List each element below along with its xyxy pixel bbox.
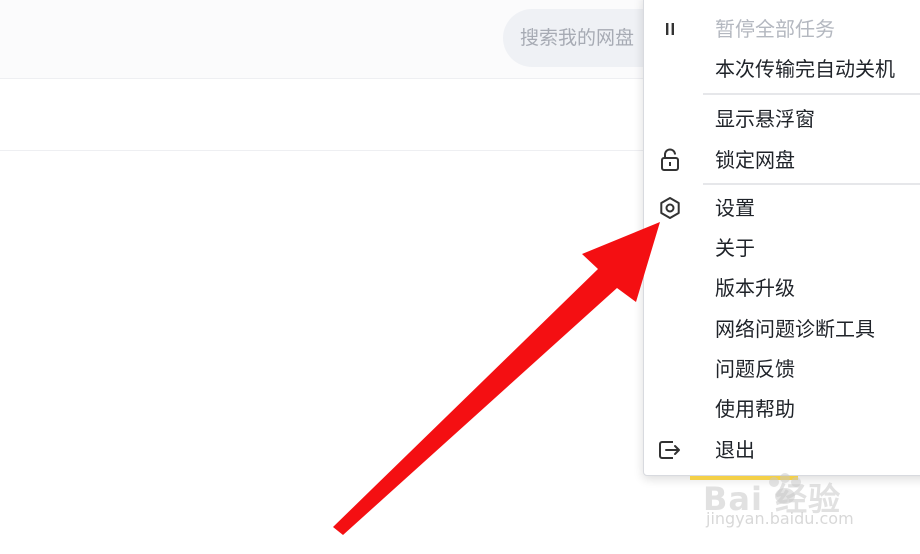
- arrow-shape: [333, 222, 660, 535]
- red-arrow-annotation: [333, 222, 660, 535]
